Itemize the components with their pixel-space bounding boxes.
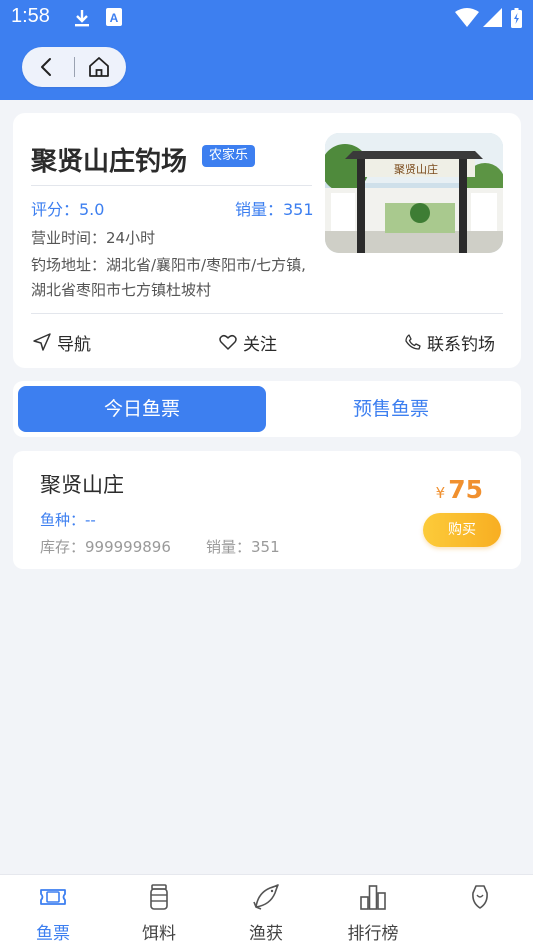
phone-icon	[405, 334, 421, 350]
gate-sign-text: 聚贤山庄	[394, 162, 438, 176]
svg-text:A: A	[110, 11, 119, 25]
ticket-icon	[40, 889, 66, 905]
tab-presale-tickets[interactable]: 预售鱼票	[267, 386, 515, 432]
divider	[31, 185, 312, 186]
status-time: 1:58	[11, 5, 50, 27]
shop-photo[interactable]: 聚贤山庄	[325, 133, 503, 253]
shop-address: 钓场地址：湖北省/襄阳市/枣阳市/七方镇,湖北省枣阳市七方镇杜坡村	[31, 256, 306, 299]
ticket-sales: 销量：351	[206, 538, 280, 556]
price-value: 75	[448, 475, 483, 504]
shop-info-card: 聚贤山庄钓场 农家乐 评分：5.0 销量：351 营业时间：24小时 钓场地址：…	[13, 113, 521, 368]
bait-jar-icon	[150, 884, 168, 910]
fish-species: 鱼种：--	[40, 511, 96, 529]
navigation-arrow-icon	[33, 333, 51, 351]
business-hours: 营业时间：24小时	[31, 229, 156, 247]
home-icon[interactable]	[87, 55, 111, 79]
ranking-icon	[360, 885, 386, 910]
follow-button[interactable]: 关注	[219, 329, 277, 355]
app-header: 1:58 A	[0, 0, 533, 100]
shop-category-badge: 农家乐	[202, 145, 256, 167]
nav-item-catch[interactable]: 渔获	[213, 875, 319, 950]
ticket-stock: 库存：999999896	[40, 538, 171, 556]
battery-icon	[511, 8, 522, 28]
nav-label-bait: 饵料	[142, 924, 176, 944]
price-currency: ¥	[435, 484, 446, 502]
fish-icon	[253, 884, 279, 910]
nav-item-tickets[interactable]: 鱼票	[0, 875, 106, 950]
download-icon	[75, 10, 89, 27]
navigate-label: 导航	[57, 334, 91, 355]
nav-label-tickets: 鱼票	[36, 924, 70, 944]
nav-label-ranking: 排行榜	[347, 924, 399, 944]
buy-button[interactable]: 购买	[423, 513, 501, 547]
navigate-button[interactable]: 导航	[33, 329, 91, 355]
ticket-card: 聚贤山庄 鱼种：-- 库存：999999896 销量：351 ¥75 购买	[13, 451, 521, 569]
status-bar: 1:58 A	[0, 0, 533, 36]
divider	[31, 313, 503, 314]
shop-name: 聚贤山庄钓场	[31, 147, 188, 177]
contact-label: 联系钓场	[427, 334, 495, 355]
nav-item-trophy[interactable]	[427, 875, 533, 950]
wifi-icon	[455, 8, 479, 27]
signal-icon	[483, 8, 502, 27]
nav-label-catch: 渔获	[249, 924, 283, 944]
shop-sales: 销量：351	[235, 200, 314, 219]
capsule-divider	[74, 57, 75, 77]
ticket-name: 聚贤山庄	[40, 473, 124, 497]
tab-today-tickets[interactable]: 今日鱼票	[18, 386, 266, 432]
nav-item-bait[interactable]: 饵料	[106, 875, 212, 950]
ticket-tabs: 今日鱼票 预售鱼票	[13, 381, 521, 437]
nav-capsule	[22, 47, 126, 87]
a-notification-icon: A	[106, 8, 122, 26]
follow-label: 关注	[243, 334, 277, 355]
ticket-price: ¥75	[436, 475, 483, 504]
nav-item-ranking[interactable]: 排行榜	[320, 875, 426, 950]
chevron-left-icon[interactable]	[36, 56, 58, 78]
trophy-icon	[472, 885, 488, 909]
shop-gate-image: 聚贤山庄	[325, 133, 503, 253]
heart-icon	[219, 334, 237, 350]
bottom-nav: 鱼票 饵料 渔获 排行榜	[0, 874, 533, 950]
shop-rating: 评分：5.0	[31, 200, 105, 219]
contact-venue-button[interactable]: 联系钓场	[405, 329, 495, 355]
